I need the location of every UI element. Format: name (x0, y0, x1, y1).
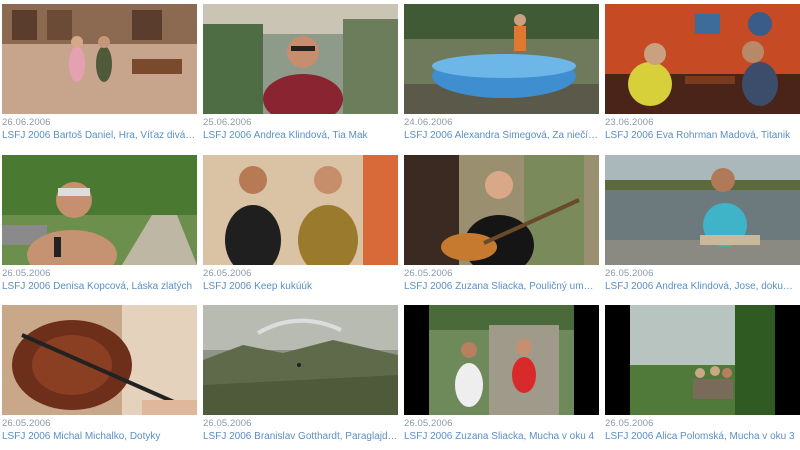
video-thumbnail[interactable] (605, 4, 800, 114)
video-card[interactable]: 26.05.2006 LSFJ 2006 Zuzana Sliacka, Muc… (404, 305, 599, 443)
video-date: 26.05.2006 (605, 268, 654, 279)
video-thumbnail[interactable] (404, 305, 599, 415)
video-card[interactable]: 26.06.2006 LSFJ 2006 Bartoš Daniel, Hra,… (2, 4, 197, 142)
video-card[interactable]: 26.05.2006 LSFJ 2006 Keep kukúúk (203, 155, 398, 293)
video-card[interactable]: 25.06.2006 LSFJ 2006 Andrea Klindová, Ti… (203, 4, 398, 142)
video-date: 24.06.2006 (404, 117, 453, 128)
video-title-link[interactable]: LSFJ 2006 Denisa Kopcová, Láska zlatých (2, 281, 197, 293)
video-thumbnail[interactable] (605, 155, 800, 265)
video-card[interactable]: 24.06.2006 LSFJ 2006 Alexandra Šimegová,… (404, 4, 599, 142)
video-thumbnail[interactable] (203, 4, 398, 114)
video-date: 26.05.2006 (203, 418, 252, 429)
video-title-link[interactable]: LSFJ 2006 Alica Polomská, Mucha v oku 3 (605, 431, 800, 443)
video-thumbnail[interactable] (2, 155, 197, 265)
video-thumbnail[interactable] (203, 305, 398, 415)
video-date: 26.05.2006 (404, 418, 453, 429)
video-date: 26.05.2006 (203, 268, 252, 279)
video-grid: 26.06.2006 LSFJ 2006 Bartoš Daniel, Hra,… (0, 0, 800, 450)
video-thumbnail[interactable] (605, 305, 800, 415)
video-card[interactable]: 26.05.2006 LSFJ 2006 Andrea Klindová, Jo… (605, 155, 800, 293)
video-card[interactable]: 23.06.2006 LSFJ 2006 Eva Rohrman Madová,… (605, 4, 800, 142)
video-title-link[interactable]: LSFJ 2006 Andrea Klindová, Jose, dokum… (605, 281, 800, 293)
video-thumbnail[interactable] (404, 4, 599, 114)
video-thumbnail[interactable] (2, 4, 197, 114)
video-card[interactable]: 26.05.2006 LSFJ 2006 Alica Polomská, Muc… (605, 305, 800, 443)
video-thumbnail[interactable] (203, 155, 398, 265)
video-title-link[interactable]: LSFJ 2006 Andrea Klindová, Tia Mak (203, 130, 398, 142)
video-card[interactable]: 26.05.2006 LSFJ 2006 Michal Michalko, Do… (2, 305, 197, 443)
video-card[interactable]: 26.05.2006 LSFJ 2006 Branislav Gotthardt… (203, 305, 398, 443)
video-title-link[interactable]: LSFJ 2006 Zuzana Sliacka, Pouličný ume… (404, 281, 599, 293)
video-date: 26.05.2006 (404, 268, 453, 279)
video-title-link[interactable]: LSFJ 2006 Keep kukúúk (203, 281, 398, 293)
video-date: 23.06.2006 (605, 117, 654, 128)
video-title-link[interactable]: LSFJ 2006 Branislav Gotthardt, Paraglajd… (203, 431, 398, 443)
video-thumbnail[interactable] (404, 155, 599, 265)
video-date: 25.06.2006 (203, 117, 252, 128)
video-date: 26.05.2006 (2, 418, 51, 429)
video-date: 26.05.2006 (605, 418, 654, 429)
video-title-link[interactable]: LSFJ 2006 Alexandra Šimegová, Za niečí… (404, 130, 599, 142)
video-date: 26.06.2006 (2, 117, 51, 128)
video-title-link[interactable]: LSFJ 2006 Bartoš Daniel, Hra, Víťaz divá… (2, 130, 197, 142)
video-date: 26.05.2006 (2, 268, 51, 279)
video-title-link[interactable]: LSFJ 2006 Michal Michalko, Dotyky (2, 431, 197, 443)
video-title-link[interactable]: LSFJ 2006 Eva Rohrman Madová, Titanik (605, 130, 800, 142)
video-thumbnail[interactable] (2, 305, 197, 415)
video-card[interactable]: 26.05.2006 LSFJ 2006 Zuzana Sliacka, Pou… (404, 155, 599, 293)
video-card[interactable]: 26.05.2006 LSFJ 2006 Denisa Kopcová, Lás… (2, 155, 197, 293)
video-title-link[interactable]: LSFJ 2006 Zuzana Sliacka, Mucha v oku 4 (404, 431, 599, 443)
